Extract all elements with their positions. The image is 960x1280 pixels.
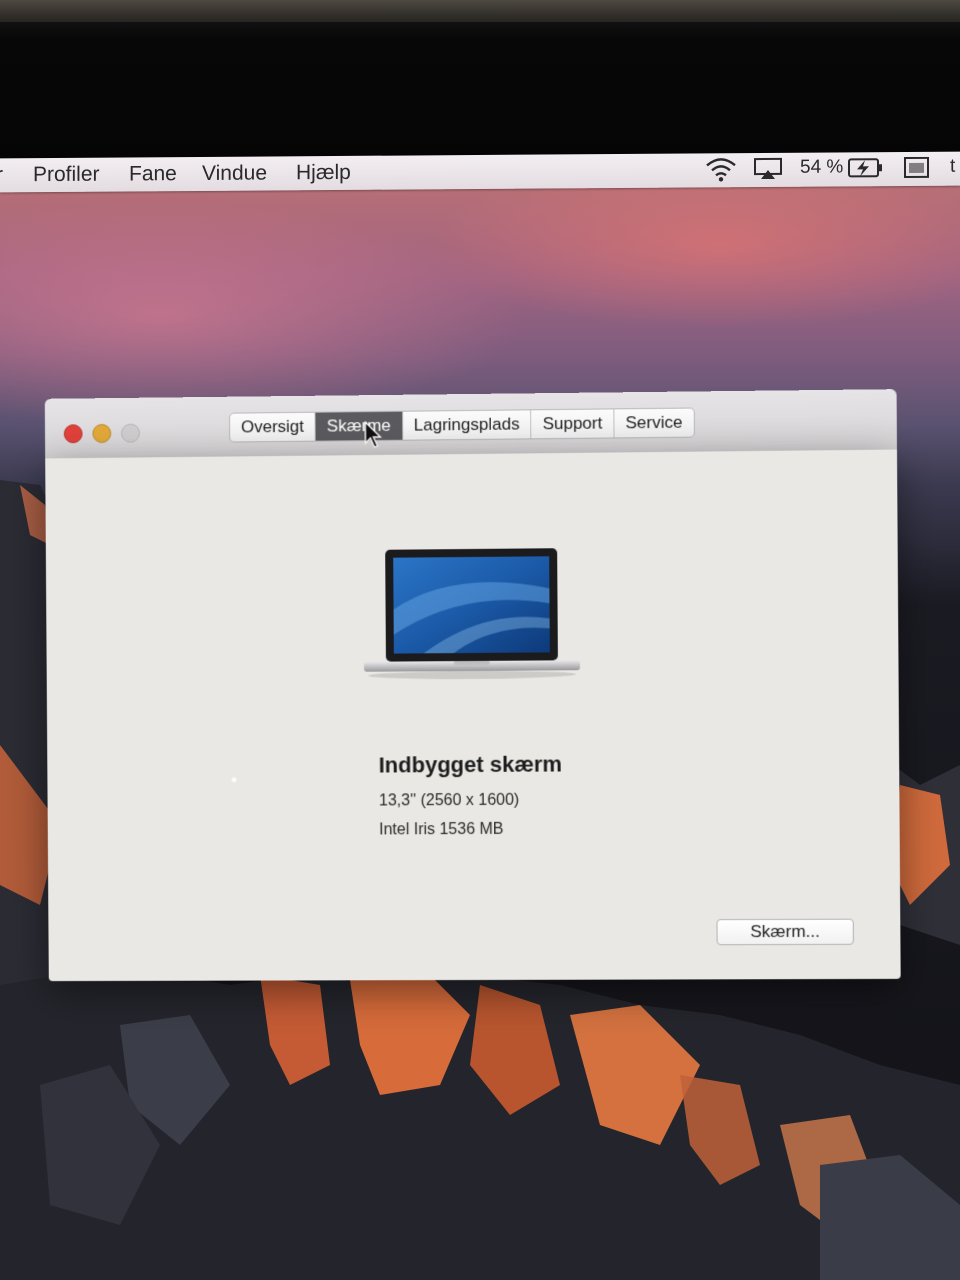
tab-skaerme[interactable]: Skærme xyxy=(315,411,403,441)
tab-lagringsplads[interactable]: Lagringsplads xyxy=(402,410,532,440)
tab-support[interactable]: Support xyxy=(531,409,615,439)
close-button[interactable] xyxy=(63,424,83,444)
menu-item-hjaelp[interactable]: Hjælp xyxy=(296,161,351,185)
menu-item-vindue[interactable]: Vindue xyxy=(202,161,267,185)
menu-item-profiler[interactable]: Profiler xyxy=(33,163,100,187)
menu-item-truncated[interactable]: r xyxy=(0,163,3,187)
battery-percentage[interactable]: 54 % xyxy=(800,156,843,178)
window-content: Indbygget skærm 13,3'' (2560 x 1600) Int… xyxy=(45,449,901,982)
macbook-illustration xyxy=(364,548,581,680)
display-preferences-button[interactable]: Skærm... xyxy=(716,918,854,946)
tab-bar: Oversigt Skærme Lagringsplads Support Se… xyxy=(228,407,695,443)
system-information-window: Oversigt Skærme Lagringsplads Support Se… xyxy=(44,389,901,982)
wifi-icon[interactable] xyxy=(705,156,737,182)
monitor-bezel xyxy=(0,0,960,160)
window-titlebar[interactable]: Oversigt Skærme Lagringsplads Support Se… xyxy=(44,389,897,460)
screen-glare xyxy=(231,777,237,783)
battery-charging-icon[interactable] xyxy=(848,157,884,179)
mouse-cursor-icon xyxy=(365,421,383,449)
minimize-button[interactable] xyxy=(92,423,112,444)
app-status-icon[interactable] xyxy=(904,156,930,179)
display-resolution: 13,3'' (2560 x 1600) xyxy=(378,791,520,810)
zoom-button[interactable] xyxy=(121,423,140,443)
menu-bar: r Profiler Fane Vindue Hjælp 54 % t xyxy=(0,151,960,193)
monitor-edge xyxy=(0,0,960,22)
airplay-icon[interactable] xyxy=(753,157,783,181)
display-graphics: Intel Iris 1536 MB xyxy=(379,820,504,839)
tab-service[interactable]: Service xyxy=(614,409,693,438)
display-name: Indbygget skærm xyxy=(378,751,563,778)
menu-extra-truncated[interactable]: t xyxy=(950,156,955,178)
tab-oversigt[interactable]: Oversigt xyxy=(229,412,316,442)
menu-item-fane[interactable]: Fane xyxy=(129,162,177,186)
